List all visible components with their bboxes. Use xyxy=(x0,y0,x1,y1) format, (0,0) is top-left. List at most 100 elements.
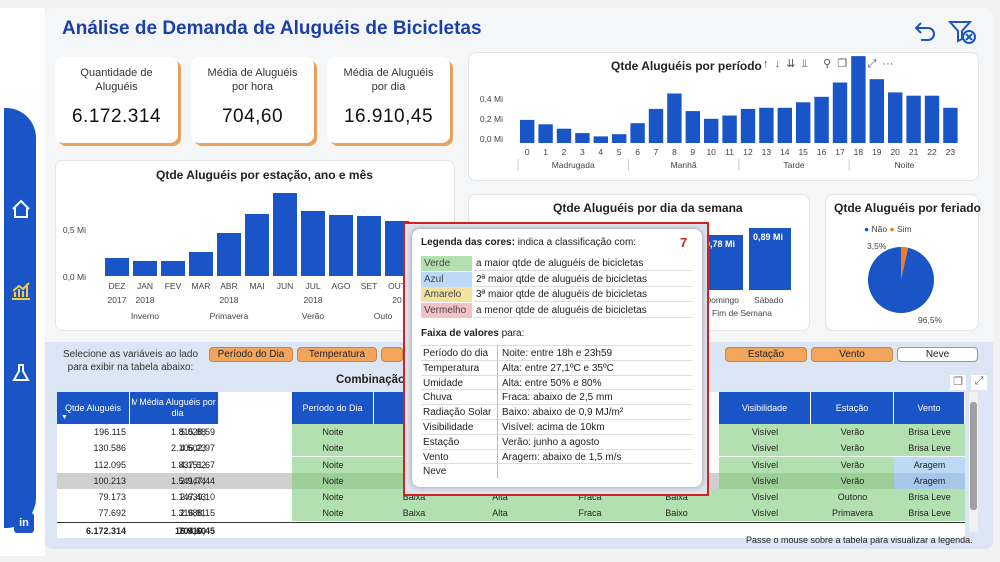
table-cell: Brisa Leve xyxy=(894,424,965,440)
x-tick-label: 17 xyxy=(835,147,845,157)
x-tick-label: JUN xyxy=(277,281,294,291)
y-tick-label: 0,4 Mi xyxy=(480,94,503,104)
filter-button-estacao[interactable]: Estação xyxy=(725,347,807,362)
range-value xyxy=(498,463,692,478)
copy-icon[interactable]: ❐ xyxy=(950,375,966,390)
filter-button-neve[interactable]: Neve xyxy=(897,347,978,362)
kpi-label: Média de Aluguéis por hora xyxy=(207,67,298,93)
x-tick-label: 19 xyxy=(872,147,882,157)
group-label: Manhã xyxy=(671,160,697,170)
x-tick-label: JAN xyxy=(137,281,153,291)
table-cell: Aragem xyxy=(894,456,965,473)
ranges-desc: para: xyxy=(498,328,525,339)
x-tick-label: 6 xyxy=(635,147,640,157)
year-label: 2018 xyxy=(304,295,323,305)
x-tick-label: 9 xyxy=(690,147,695,157)
table-cell: Noite xyxy=(292,472,374,489)
y-tick-label: 0,0 Mi xyxy=(480,134,503,144)
x-tick-label: 13 xyxy=(762,147,772,157)
back-arrow-icon[interactable] xyxy=(913,20,937,47)
bar-AGO xyxy=(329,215,353,276)
range-key: Temperatura xyxy=(421,359,498,375)
chart-nav-icon[interactable] xyxy=(8,278,34,304)
legend-color-0: Verde xyxy=(421,256,472,271)
range-value: Aragem: abaixo de 1,5 m/s xyxy=(498,448,692,464)
x-tick-label: 5 xyxy=(617,147,622,157)
table-cell: 100.213 xyxy=(93,475,126,486)
pie-label-nao: 96,5% xyxy=(918,315,943,325)
x-tick-label: JUL xyxy=(305,281,320,291)
linkedin-icon[interactable]: in xyxy=(14,513,34,533)
x-tick-label: 22 xyxy=(927,147,937,157)
table-cell: 79.173 xyxy=(98,492,126,503)
chart-title: Qtde Aluguéis por feriado xyxy=(834,201,981,215)
kpi-card-total: Quantidade de Aluguéis 6.172.314 xyxy=(55,57,178,143)
table-cell: 2.947,44 xyxy=(179,475,215,486)
legend: ● Não ● Sim xyxy=(864,224,912,234)
data-label: 0,78 Mi xyxy=(705,239,736,249)
season-label: Outo xyxy=(374,311,393,321)
column-header[interactable]: Vento xyxy=(894,392,965,424)
legend-text: a maior qtde de aluguéis de bicicletas xyxy=(474,256,692,271)
table-cell: Noite xyxy=(292,456,374,473)
group-label: Fim de Semana xyxy=(712,308,772,318)
bar-hour-18 xyxy=(851,56,866,143)
table-hint: Passe o mouse sobre a tabela para visual… xyxy=(746,535,973,545)
bar-SET xyxy=(357,216,381,276)
home-icon[interactable] xyxy=(8,196,34,222)
legend-tooltip: Legenda das cores: indica a classificaçã… xyxy=(412,229,702,487)
table-scrollbar[interactable] xyxy=(969,392,978,532)
kpi-value: 16.910,45 xyxy=(343,106,434,127)
scrollbar-thumb[interactable] xyxy=(970,402,977,510)
table-cell: Visível xyxy=(719,424,811,440)
column-header[interactable]: Período do Dia xyxy=(292,392,374,424)
group-label: Tarde xyxy=(783,160,805,170)
x-tick-label: 14 xyxy=(780,147,790,157)
column-header[interactable]: Qtde Aluguéis xyxy=(57,392,130,424)
table-cell: Noite xyxy=(292,424,374,440)
x-tick-label: DEZ xyxy=(109,281,126,291)
bar-hour-11 xyxy=(722,115,737,143)
filter-button-temperatura[interactable]: Temperatura xyxy=(297,347,377,362)
table-cell: Verão xyxy=(811,456,894,473)
sort-icon[interactable]: ▼ xyxy=(61,414,68,421)
year-label: 2017 xyxy=(108,295,127,305)
bar-hour-23 xyxy=(943,107,958,143)
table-cell: Visível xyxy=(719,456,811,473)
range-key: Visibilidade xyxy=(421,419,498,434)
bar-MAR xyxy=(189,252,213,276)
table-row[interactable]: 77.692 1.316,81 2.988,15 Noite Baixa Visível P… xyxy=(57,505,965,522)
pie-chart xyxy=(868,247,934,313)
legend-sim: Sim xyxy=(897,224,912,234)
legend-text: a menor qtde de aluguéis de bicicletas xyxy=(474,303,692,318)
table-cell: 5.028,59 xyxy=(179,427,215,437)
filter-button-vento[interactable]: Vento xyxy=(811,347,893,362)
x-tick-label: 7 xyxy=(654,147,659,157)
range-key: Chuva xyxy=(421,389,498,405)
column-header[interactable]: Estação xyxy=(811,392,894,424)
range-key: Neve xyxy=(421,463,498,479)
clear-filter-icon[interactable] xyxy=(947,19,978,50)
filter-button-periodo[interactable]: Período do Dia xyxy=(209,347,293,362)
table-cell: Aragem xyxy=(894,472,965,489)
filter-button-hidden[interactable] xyxy=(381,347,403,362)
column-header[interactable]: Visibilidade xyxy=(719,392,811,424)
table-cell: Verão xyxy=(811,440,894,457)
table-cell: 130.586 xyxy=(93,443,126,454)
x-tick-label: 8 xyxy=(672,147,677,157)
kpi-card-day: Média de Aluguéis por dia 16.910,45 xyxy=(327,57,450,143)
table-cell: 112.095 xyxy=(94,459,126,470)
x-tick-label: 20 xyxy=(890,147,900,157)
x-tick-label: 15 xyxy=(798,147,808,157)
range-key: Estação xyxy=(421,433,498,449)
tooltip-number: 7 xyxy=(680,235,688,250)
table-cell: Brisa Leve xyxy=(894,440,965,457)
holiday-chart-card: Qtde Aluguéis por feriado ● Não ● Sim 3,… xyxy=(825,194,981,331)
lab-flask-icon[interactable] xyxy=(8,360,34,386)
focus-icon[interactable]: ⤢ xyxy=(971,375,987,390)
bar-hour-15 xyxy=(796,102,811,143)
ranges-title: Faixa de valores xyxy=(421,328,499,339)
bar-hour-5 xyxy=(612,134,627,143)
column-header[interactable]: Média Aluguéis por dia xyxy=(137,392,219,424)
bar-JUN xyxy=(273,193,297,276)
